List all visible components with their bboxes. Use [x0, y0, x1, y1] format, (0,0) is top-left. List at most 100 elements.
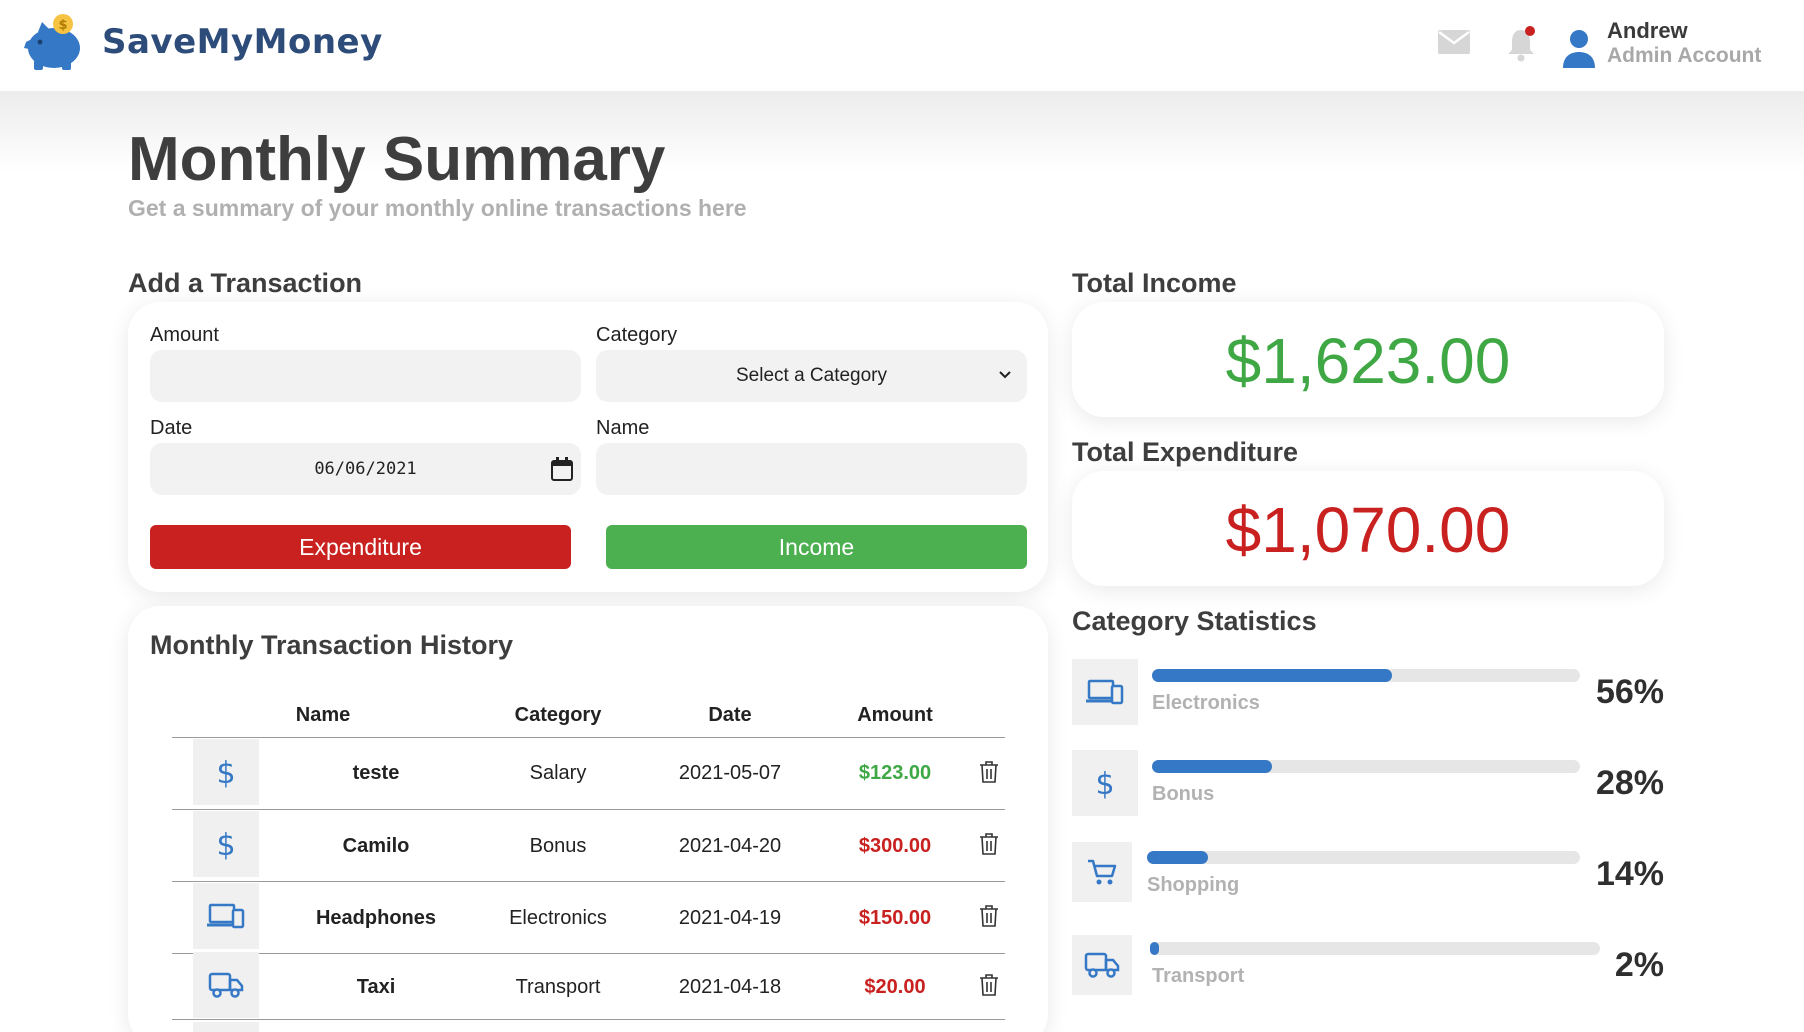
- transaction-history-card: Monthly Transaction History: [128, 606, 1048, 1032]
- calendar-icon[interactable]: [551, 457, 573, 481]
- row-date: 2021-04-20: [678, 835, 782, 857]
- row-amount: $150.00: [858, 907, 932, 929]
- trash-icon[interactable]: [978, 760, 1000, 784]
- history-title: Monthly Transaction History: [150, 630, 514, 660]
- stat-bar-track: [1152, 669, 1580, 682]
- row-amount: $123.00: [858, 762, 932, 784]
- row-icon-box: [193, 952, 259, 1018]
- category-label: Category: [596, 324, 678, 346]
- table-divider: [172, 809, 1005, 810]
- column-header-category[interactable]: Category: [488, 704, 628, 727]
- row-category: Bonus: [529, 835, 587, 857]
- trash-icon[interactable]: [978, 832, 1000, 856]
- row-icon-box: $: [193, 811, 259, 877]
- name-label: Name: [596, 417, 650, 439]
- row-amount: $300.00: [858, 835, 932, 857]
- svg-text:$: $: [58, 18, 67, 33]
- row-icon-box: $: [193, 739, 259, 805]
- chevron-down-icon: [999, 371, 1011, 379]
- column-header-date[interactable]: Date: [670, 704, 790, 727]
- table-divider: [172, 881, 1005, 882]
- date-value: 06/06/2021: [314, 459, 417, 479]
- devices-icon: [207, 903, 245, 929]
- row-name: Taxi: [356, 976, 396, 998]
- stat-icon-box: [1072, 935, 1132, 995]
- total-expenditure-title: Total Expenditure: [1072, 437, 1299, 467]
- stat-icon-box: $: [1072, 750, 1138, 816]
- brand-logo[interactable]: $ SaveMyMoney: [20, 12, 383, 72]
- stat-icon-box: [1072, 659, 1138, 725]
- expenditure-button[interactable]: Expenditure: [150, 525, 571, 569]
- truck-icon: [1084, 952, 1120, 978]
- category-statistics-title: Category Statistics: [1072, 606, 1317, 636]
- stat-percent: 2%: [1614, 946, 1664, 984]
- table-divider: [172, 1019, 1005, 1020]
- dollar-icon: $: [1095, 767, 1114, 799]
- stat-percent: 28%: [1595, 764, 1664, 802]
- total-income-card: $1,623.00: [1072, 302, 1664, 417]
- total-income-title: Total Income: [1072, 268, 1237, 298]
- dollar-icon: $: [216, 756, 235, 788]
- user-name[interactable]: Andrew: [1607, 18, 1688, 44]
- page-subtitle: Get a summary of your monthly online tra…: [128, 195, 747, 221]
- row-name: Camilo: [342, 835, 410, 857]
- devices-icon: [1086, 679, 1124, 705]
- row-icon-box: [193, 1022, 259, 1032]
- table-divider: [172, 953, 1005, 954]
- row-name: teste: [352, 762, 400, 784]
- add-transaction-title: Add a Transaction: [128, 268, 363, 298]
- stat-bar-track: [1147, 851, 1580, 864]
- column-header-amount[interactable]: Amount: [835, 704, 955, 727]
- svg-text:$: $: [216, 756, 235, 788]
- add-transaction-card: Amount Category Select a Category Date 0…: [128, 302, 1048, 592]
- dollar-icon: $: [216, 828, 235, 860]
- bell-notification-icon[interactable]: [1505, 24, 1537, 62]
- stat-label: Electronics: [1152, 692, 1260, 714]
- row-date: 2021-04-18: [678, 976, 782, 998]
- name-input[interactable]: [596, 443, 1027, 495]
- stat-bar-track: [1152, 760, 1580, 773]
- mail-icon[interactable]: [1438, 30, 1470, 54]
- stat-bar-track: [1150, 942, 1600, 955]
- trash-icon[interactable]: [978, 904, 1000, 928]
- piggy-bank-icon: $: [24, 14, 80, 70]
- date-input[interactable]: 06/06/2021: [150, 443, 581, 495]
- amount-input[interactable]: [150, 350, 581, 402]
- table-divider: [172, 737, 1005, 738]
- stat-bar-fill: [1152, 760, 1272, 773]
- total-income-value: $1,623.00: [1225, 325, 1511, 397]
- row-category: Salary: [529, 762, 587, 784]
- brand-name: SaveMyMoney: [102, 22, 383, 62]
- user-role: Admin Account: [1607, 44, 1762, 67]
- row-category: Transport: [515, 976, 601, 998]
- page-title: Monthly Summary: [128, 125, 666, 194]
- row-name: Headphones: [315, 907, 437, 929]
- income-button[interactable]: Income: [606, 525, 1027, 569]
- category-selected-value: Select a Category: [735, 365, 888, 386]
- svg-text:$: $: [1095, 767, 1114, 799]
- amount-label: Amount: [150, 324, 219, 346]
- total-expenditure-card: $1,070.00: [1072, 471, 1664, 586]
- cart-icon: [1088, 859, 1117, 885]
- row-category: Electronics: [509, 907, 607, 929]
- top-navbar: $ SaveMyMoney Andrew Admin Account: [0, 0, 1804, 92]
- row-amount: $20.00: [864, 976, 926, 998]
- user-avatar-icon[interactable]: [1562, 28, 1596, 70]
- stat-label: Bonus: [1152, 783, 1215, 805]
- trash-icon[interactable]: [978, 973, 1000, 997]
- date-label: Date: [150, 417, 193, 439]
- stat-label: Transport: [1152, 965, 1245, 987]
- category-select[interactable]: Select a Category: [596, 350, 1027, 402]
- stat-icon-box: [1072, 842, 1132, 902]
- truck-icon: [208, 972, 244, 998]
- row-icon-box: [193, 883, 259, 949]
- stat-bar-fill: [1152, 669, 1392, 682]
- stat-bar-fill: [1147, 851, 1208, 864]
- total-expenditure-value: $1,070.00: [1225, 494, 1511, 566]
- row-date: 2021-05-07: [678, 762, 782, 784]
- svg-text:$: $: [216, 828, 235, 860]
- stat-bar-fill: [1150, 942, 1159, 955]
- column-header-name[interactable]: Name: [263, 704, 383, 727]
- row-date: 2021-04-19: [678, 907, 782, 929]
- stat-percent: 56%: [1595, 673, 1664, 711]
